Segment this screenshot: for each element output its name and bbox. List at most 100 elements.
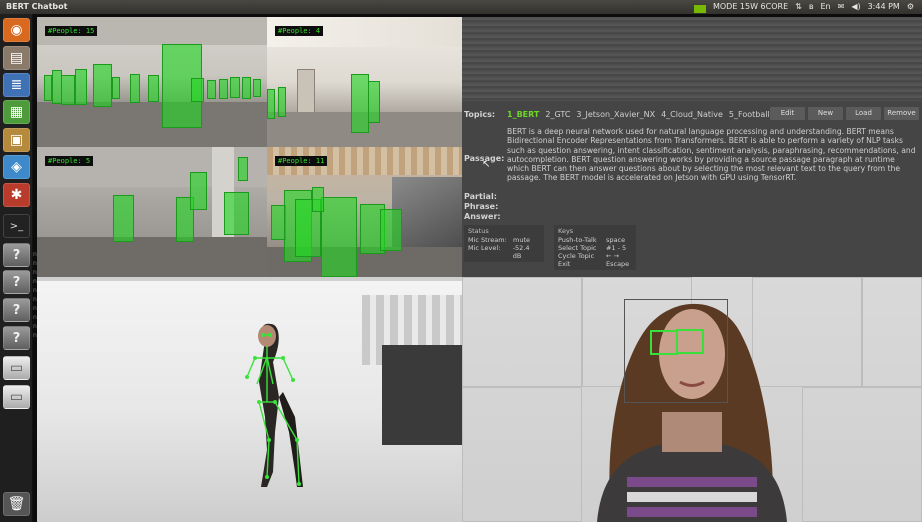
person-detection-box bbox=[278, 87, 286, 117]
wall-tile bbox=[802, 387, 922, 522]
status-row: Mic Stream: mute bbox=[468, 236, 540, 244]
status-value: -52.4 dB bbox=[512, 244, 530, 260]
partial-label: Partial: bbox=[464, 192, 497, 201]
status-key: Mic Level: bbox=[468, 244, 501, 252]
load-button[interactable]: Load bbox=[846, 107, 881, 120]
system-settings-icon[interactable]: ✱ bbox=[3, 183, 30, 207]
drive-icon[interactable]: ▭ bbox=[3, 385, 30, 409]
person-detection-box bbox=[380, 209, 402, 251]
person-detection-box bbox=[191, 78, 204, 102]
eye-detection-box bbox=[676, 329, 704, 354]
wall-tile bbox=[862, 277, 922, 387]
clock[interactable]: 3:44 PM bbox=[868, 0, 900, 14]
person-detection-box bbox=[112, 77, 120, 99]
document-viewer-icon[interactable]: ≣ bbox=[3, 73, 30, 97]
topic-item[interactable]: 5_Football bbox=[729, 110, 770, 119]
floor bbox=[37, 237, 267, 277]
person-detection-box bbox=[312, 187, 324, 212]
remove-button[interactable]: Remove bbox=[884, 107, 919, 120]
person-detection-box bbox=[148, 75, 159, 102]
person-detection-box bbox=[238, 157, 248, 181]
key-binding: Escape bbox=[606, 260, 630, 268]
edit-button[interactable]: Edit bbox=[770, 107, 805, 120]
mail-icon[interactable]: ✉ bbox=[838, 0, 845, 14]
topic-item[interactable]: 4_Cloud_Native bbox=[661, 110, 723, 119]
person-detection-box bbox=[207, 80, 216, 99]
person-detection-box bbox=[113, 195, 134, 242]
nvidia-icon[interactable] bbox=[693, 4, 706, 13]
terminal-icon[interactable]: >_ bbox=[3, 214, 30, 238]
volume-icon[interactable]: ◀) bbox=[851, 0, 860, 14]
key-action: Select Topic bbox=[558, 244, 597, 252]
key-row: Cycle Topic ← → bbox=[558, 252, 632, 260]
unknown-app-icon[interactable]: ? bbox=[3, 326, 30, 350]
person-detection-box bbox=[267, 89, 275, 119]
person-detection-box bbox=[351, 74, 369, 133]
topic-item[interactable]: 2_GTC bbox=[545, 110, 570, 119]
drive-icon[interactable]: ▭ bbox=[3, 356, 30, 380]
audio-spectrogram bbox=[462, 17, 922, 101]
pose-camera-feed bbox=[37, 277, 462, 522]
key-row: Push-to-Talk space bbox=[558, 236, 632, 244]
system-top-bar: BERT Chatbot MODE 15W 6CORE ⇅ ʙ En ✉ ◀) … bbox=[0, 0, 922, 14]
people-count-label: #People: 15 bbox=[45, 26, 98, 36]
face-camera-feed bbox=[462, 277, 922, 522]
topics-label: Topics: bbox=[464, 110, 496, 119]
camera-feed-2: #People: 4 bbox=[267, 17, 462, 147]
power-mode-indicator[interactable]: MODE 15W 6CORE bbox=[713, 0, 788, 14]
people-count-label: #People: 5 bbox=[45, 156, 94, 166]
person-detection-box bbox=[368, 81, 380, 123]
person-detection-box bbox=[75, 69, 87, 105]
lounge-chairs bbox=[382, 345, 462, 445]
unknown-app-icon[interactable]: ? bbox=[3, 243, 30, 267]
new-button[interactable]: New bbox=[808, 107, 843, 120]
wall-tile bbox=[462, 277, 582, 387]
key-row: Select Topic #1 - 5 bbox=[558, 244, 632, 252]
window-title: BERT Chatbot bbox=[6, 2, 68, 11]
phrase-label: Phrase: bbox=[464, 202, 499, 211]
bert-chatbot-panel: Topics: 1_BERT 2_GTC 3_Jetson_Xavier_NX … bbox=[462, 17, 922, 277]
people-count-label: #People: 4 bbox=[275, 26, 324, 36]
person-detection-box bbox=[61, 75, 75, 105]
status-value: mute bbox=[513, 236, 530, 244]
people-count-label: #People: 11 bbox=[275, 156, 328, 166]
person-detection-box bbox=[321, 197, 357, 277]
camera-feed-1: #People: 15 bbox=[37, 17, 267, 147]
eye-detection-box bbox=[650, 330, 678, 355]
key-binding: ← → bbox=[606, 252, 619, 260]
person-detection-box bbox=[130, 74, 140, 103]
trash-icon[interactable]: 🗑 bbox=[3, 492, 30, 516]
bluetooth-icon[interactable]: ʙ bbox=[809, 0, 814, 14]
keyboard-icon[interactable]: En bbox=[820, 0, 830, 14]
settings-gear-icon[interactable]: ⚙ bbox=[907, 0, 914, 14]
person-detection-box bbox=[190, 172, 207, 210]
unknown-app-icon[interactable]: ? bbox=[3, 270, 30, 294]
floor bbox=[37, 102, 267, 147]
topic-item[interactable]: 1_BERT bbox=[507, 110, 539, 119]
unknown-app-icon[interactable]: ? bbox=[3, 298, 30, 322]
topics-list: 1_BERT 2_GTC 3_Jetson_Xavier_NX 4_Cloud_… bbox=[507, 110, 770, 119]
key-action: Cycle Topic bbox=[558, 252, 595, 260]
wall-tile bbox=[462, 387, 582, 522]
person-detection-box bbox=[253, 79, 261, 97]
spreadsheet-icon[interactable]: ▦ bbox=[3, 100, 30, 124]
passage-text[interactable]: BERT is a deep neural network used for n… bbox=[507, 127, 917, 183]
ceiling-edge bbox=[37, 277, 462, 281]
answer-label: Answer: bbox=[464, 212, 501, 221]
mouse-cursor-icon: ↖ bbox=[482, 159, 491, 170]
key-row: Exit Escape bbox=[558, 260, 632, 268]
software-center-icon[interactable]: ◈ bbox=[3, 155, 30, 179]
person-detection-box bbox=[224, 192, 249, 235]
ubuntu-dash-icon[interactable]: ◉ bbox=[3, 18, 30, 42]
camera-feed-3: #People: 5 bbox=[37, 147, 267, 277]
person-detection-box bbox=[93, 64, 112, 107]
keys-header: Keys bbox=[558, 227, 574, 235]
network-icon[interactable]: ⇅ bbox=[795, 0, 802, 14]
presentation-icon[interactable]: ▣ bbox=[3, 128, 30, 152]
file-manager-icon[interactable]: ▤ bbox=[3, 46, 30, 70]
topic-item[interactable]: 3_Jetson_Xavier_NX bbox=[576, 110, 655, 119]
person-detection-box bbox=[219, 79, 228, 99]
launcher-sidebar: ◉ ▤ ≣ ▦ ▣ ◈ ✱ >_ ? ? ? ? ▭ ▭ 🗑 bbox=[0, 14, 33, 522]
key-binding: space bbox=[606, 236, 626, 244]
camera-feed-4: #People: 11 bbox=[267, 147, 462, 277]
